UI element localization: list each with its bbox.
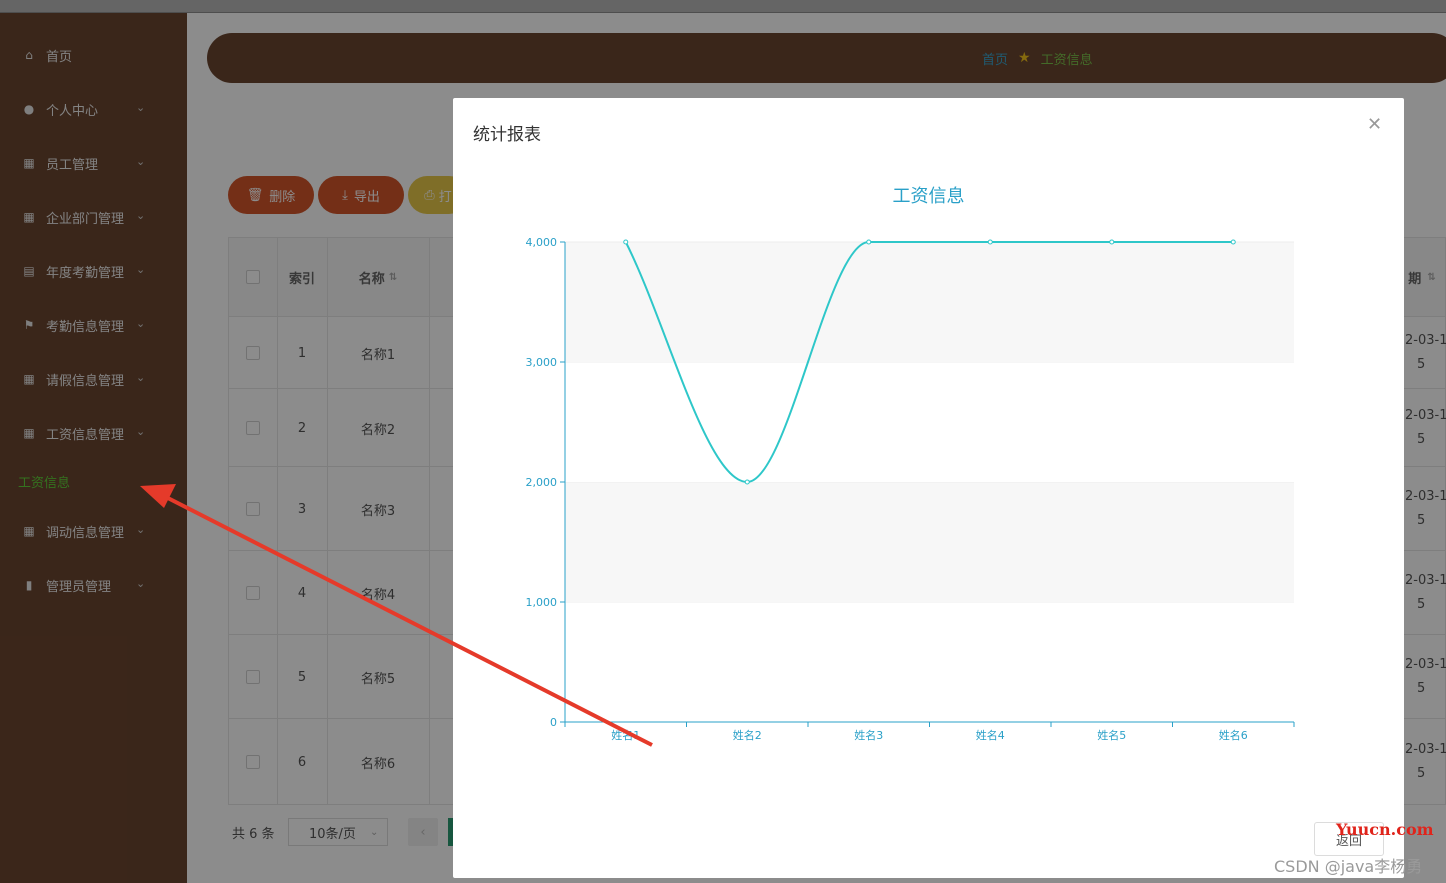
y-tick-label: 3,000 xyxy=(526,356,558,369)
data-point xyxy=(623,239,629,245)
stats-report-modal: 统计报表 ✕ 工资信息 0 1,000 2,000 3,000 4,000 姓名1 姓名2 姓… xyxy=(453,98,1404,878)
chart-band xyxy=(565,362,1294,482)
data-point xyxy=(987,239,993,245)
data-point xyxy=(1230,239,1236,245)
chart-band xyxy=(565,242,1294,362)
y-tick-label: 1,000 xyxy=(526,596,558,609)
x-tick-label: 姓名5 xyxy=(1097,728,1126,742)
y-tick-label: 4,000 xyxy=(526,236,558,249)
y-tick-label: 2,000 xyxy=(526,476,558,489)
x-tick-label: 姓名6 xyxy=(1219,728,1248,742)
x-tick-label: 姓名1 xyxy=(611,728,640,742)
watermark-site: Yuucn.com xyxy=(1336,820,1434,839)
chart-band xyxy=(565,602,1294,722)
x-tick-label: 姓名3 xyxy=(854,728,883,742)
x-tick-label: 姓名4 xyxy=(976,728,1005,742)
data-point xyxy=(1109,239,1115,245)
watermark-author: CSDN @java李杨勇 xyxy=(1274,857,1423,876)
data-point xyxy=(866,239,872,245)
y-tick-label: 0 xyxy=(550,716,557,729)
x-tick-label: 姓名2 xyxy=(733,728,762,742)
chart-band xyxy=(565,482,1294,602)
salary-line-chart: 0 1,000 2,000 3,000 4,000 姓名1 姓名2 姓名3 姓名4 姓名5 姓名6 xyxy=(526,236,1295,742)
data-point xyxy=(744,479,750,485)
